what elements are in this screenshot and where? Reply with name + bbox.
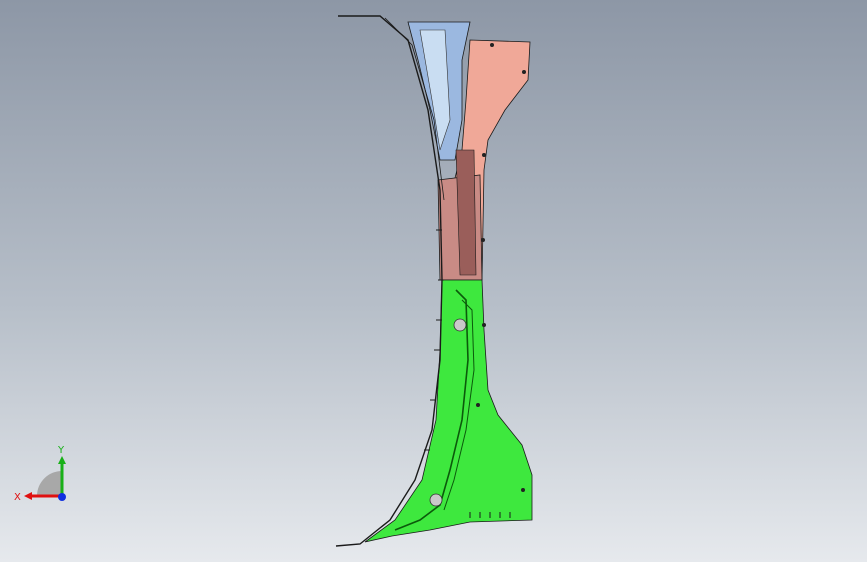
fastener-dot	[490, 43, 494, 47]
x-axis-label: X	[14, 492, 21, 503]
triad-plane-quadrant	[37, 471, 62, 496]
fastener-dot	[476, 403, 480, 407]
y-arrow-head	[58, 456, 66, 464]
fastener-dot	[521, 488, 525, 492]
y-axis-label: Y	[57, 445, 65, 456]
lower-pillar-panel[interactable]	[364, 279, 533, 543]
fastener-dot	[482, 153, 486, 157]
3d-part-model[interactable]	[0, 0, 867, 562]
fastener-dot	[481, 238, 485, 242]
graphics-viewport[interactable]: Y X	[0, 0, 867, 562]
axis-triad: Y X	[14, 445, 66, 503]
fastener-dot	[482, 323, 486, 327]
mount-hole-upper	[453, 318, 467, 332]
x-arrow-head	[24, 492, 32, 500]
fastener-dot	[522, 70, 526, 74]
mount-hole-lower	[429, 493, 443, 507]
z-axis-dot	[58, 493, 66, 501]
